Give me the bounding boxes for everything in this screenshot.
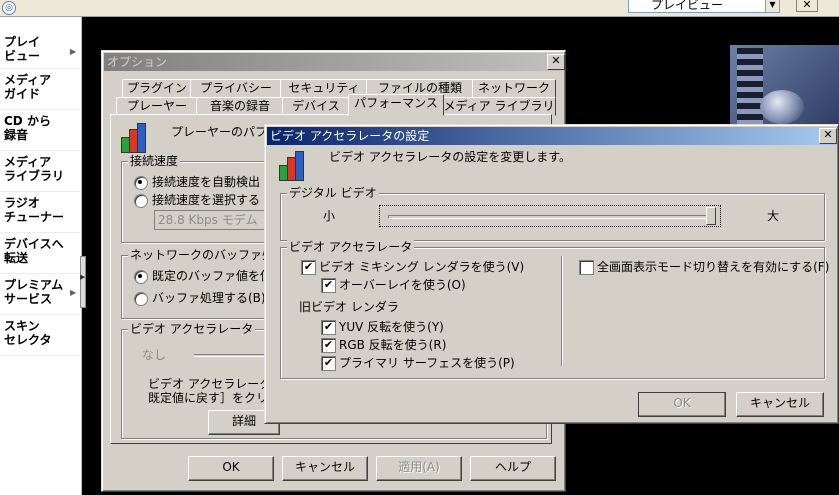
auto-detect-radio[interactable] — [134, 176, 148, 190]
ok-button: OK — [638, 392, 726, 417]
performance-icon — [279, 151, 311, 181]
slider-max-label: 大 — [767, 209, 780, 223]
close-icon[interactable]: ✕ — [547, 54, 565, 70]
rgb-flip-checkbox[interactable]: ✔ — [321, 338, 336, 353]
select-speed-radio[interactable] — [134, 194, 148, 208]
taskbar-item-label: デバイスへ 転送 — [4, 237, 64, 265]
chevron-down-icon[interactable]: ▼ — [765, 0, 779, 12]
taskbar-item-label: メディア ライブラリ — [4, 155, 65, 183]
options-dialog-title[interactable]: オプション — [104, 53, 563, 71]
group-label: ビデオ アクセラレータ — [287, 240, 415, 254]
tab-plugins[interactable]: プラグイン — [122, 79, 192, 98]
ok-button[interactable]: OK — [188, 456, 274, 481]
accel-none-label: なし — [142, 348, 167, 362]
fullscreen-switch-label: 全画面表示モード切り替えを有効にする(F) — [597, 260, 830, 274]
tab-network[interactable]: ネットワーク — [472, 79, 556, 98]
film-reel-graphic — [760, 90, 804, 124]
overlay-label: オーバーレイを使う(O) — [339, 278, 466, 292]
fullscreen-switch-checkbox[interactable] — [579, 260, 594, 275]
cancel-button[interactable]: キャンセル — [736, 392, 824, 417]
taskbar-item-label: プレイ ビュー — [4, 35, 41, 63]
accel-dialog-description: ビデオ アクセラレータの設定を変更します。 — [329, 150, 572, 164]
taskbar: プレイ ビュー ▶ メディア ガイド CD から 録音 メディア ライブラリ ラ… — [0, 17, 82, 495]
mixing-renderer-label: ビデオ ミキシング レンダラを使う(V) — [319, 260, 525, 274]
taskbar-item-media-guide[interactable]: メディア ガイド — [0, 69, 80, 110]
video-accel-dialog-title[interactable]: ビデオ アクセラレータの設定 — [267, 127, 836, 145]
cancel-button[interactable]: キャンセル — [282, 456, 368, 481]
now-playing-combo[interactable]: プレイビュー ▼ — [628, 0, 780, 13]
tab-performance[interactable]: パフォーマンス — [348, 94, 444, 116]
speed-select-value: 28.8 Kbps モデム — [158, 213, 258, 227]
digital-video-slider[interactable] — [379, 205, 721, 227]
chevron-right-icon: ▶ — [70, 288, 77, 297]
digital-video-group: デジタル ビデオ 小 大 — [280, 186, 825, 241]
custom-buffer-radio[interactable] — [134, 292, 148, 306]
video-accel-settings-dialog: ビデオ アクセラレータの設定 ✕ ビデオ アクセラレータの設定を変更します。 デ… — [264, 124, 839, 424]
performance-icon — [121, 123, 153, 153]
player-top-strip: ◎ プレイビュー ▼ ✕ — [0, 0, 839, 17]
yuv-flip-checkbox[interactable]: ✔ — [321, 320, 336, 335]
taskbar-item-media-library[interactable]: メディア ライブラリ — [0, 151, 80, 192]
default-buffer-label: 既定のバッファ値を使 — [152, 269, 273, 283]
slider-min-label: 小 — [323, 209, 336, 223]
mixing-renderer-checkbox[interactable]: ✔ — [301, 260, 316, 275]
rgb-flip-label: RGB 反転を使う(R) — [339, 338, 447, 352]
taskbar-item-label: スキン セレクタ — [4, 319, 52, 347]
tab-privacy[interactable]: プライバシー — [190, 79, 282, 98]
group-label: 接続速度 — [128, 154, 181, 168]
player-logo-icon[interactable]: ◎ — [2, 1, 16, 15]
taskbar-item-label: CD から 録音 — [4, 114, 51, 142]
taskbar-item-cd-rip[interactable]: CD から 録音 — [0, 110, 80, 151]
group-divider — [561, 256, 563, 366]
taskbar-item-label: ラジオ チューナー — [4, 196, 65, 224]
group-label: ビデオ アクセラレータ — [128, 322, 256, 336]
primary-surface-checkbox[interactable]: ✔ — [321, 356, 336, 371]
legacy-renderer-label: 旧ビデオ レンダラ — [299, 300, 399, 314]
slider-track — [388, 215, 712, 219]
slider-thumb[interactable] — [706, 207, 716, 225]
accel-slider-track[interactable] — [194, 354, 274, 357]
select-speed-label: 接続速度を選択する — [152, 193, 261, 207]
auto-detect-label: 接続速度を自動検出 — [152, 175, 261, 189]
video-accelerator-group: ビデオ アクセラレータ ✔ ビデオ ミキシング レンダラを使う(V) ✔ オーバ… — [280, 240, 829, 379]
help-button[interactable]: ヘルプ — [470, 456, 556, 481]
taskbar-item-label: プレミアム サービス — [4, 278, 64, 306]
default-buffer-radio[interactable] — [134, 270, 148, 284]
taskbar-item-label: メディア ガイド — [4, 73, 52, 101]
chevron-right-icon: ▶ — [70, 47, 77, 56]
taskbar-item-radio-tuner[interactable]: ラジオ チューナー — [0, 192, 80, 233]
custom-buffer-label: バッファ処理する(B): — [152, 291, 270, 305]
taskbar-item-premium-services[interactable]: プレミアム サービス ▶ — [0, 274, 80, 315]
chevron-right-icon: ▶ — [80, 273, 86, 281]
primary-surface-label: プライマリ サーフェスを使う(P) — [339, 356, 515, 370]
apply-button: 適用(A) — [376, 456, 462, 481]
yuv-flip-label: YUV 反転を使う(Y) — [339, 320, 444, 334]
now-playing-combo-text: プレイビュー — [651, 0, 724, 12]
taskbar-item-device-transfer[interactable]: デバイスへ 転送 — [0, 233, 80, 274]
film-strip-graphic — [737, 48, 763, 128]
taskbar-item-skin-chooser[interactable]: スキン セレクタ — [0, 315, 80, 356]
group-label: デジタル ビデオ — [287, 186, 379, 200]
close-icon[interactable]: ✕ — [819, 128, 837, 144]
close-icon[interactable]: ✕ — [796, 0, 818, 12]
overlay-checkbox[interactable]: ✔ — [321, 278, 336, 293]
taskbar-item-now-playing[interactable]: プレイ ビュー ▶ — [0, 17, 80, 69]
